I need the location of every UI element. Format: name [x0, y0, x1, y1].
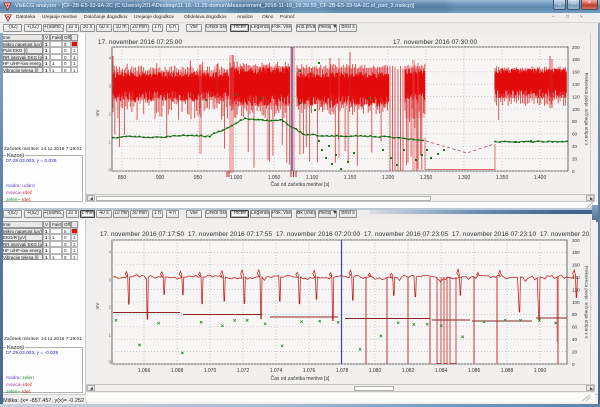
svg-text:1.088: 1.088 [501, 368, 514, 374]
svg-text:80: 80 [572, 312, 578, 317]
svg-text:20: 20 [572, 156, 578, 161]
svg-text:Frekvenca povpr. srčnega utrip: Frekvenca povpr. srčnega utripa v s [584, 266, 589, 339]
svg-text:1.200: 1.200 [382, 175, 395, 181]
svg-text:120: 120 [572, 94, 580, 99]
svg-text:1.086: 1.086 [468, 368, 481, 374]
svg-text:900: 900 [156, 175, 165, 181]
svg-text:1.300: 1.300 [458, 175, 471, 181]
svg-text:0: 0 [572, 169, 575, 174]
svg-text:850: 850 [118, 175, 127, 181]
svg-text:1.050: 1.050 [268, 175, 281, 181]
svg-text:Frekvenca povpr. srčnega utrip: Frekvenca povpr. srčnega utripa v s [584, 73, 589, 146]
svg-text:1.084: 1.084 [435, 368, 448, 374]
svg-text:1.100: 1.100 [306, 175, 319, 181]
svg-text:1.082: 1.082 [402, 368, 415, 374]
svg-text:60: 60 [572, 132, 578, 137]
svg-text:60: 60 [572, 325, 578, 330]
svg-text:1.080: 1.080 [369, 368, 382, 374]
svg-text:180: 180 [572, 250, 580, 255]
svg-text:1.066: 1.066 [138, 368, 151, 374]
svg-text:1.068: 1.068 [171, 368, 184, 374]
svg-text:1.070: 1.070 [204, 368, 217, 374]
svg-text:200: 200 [572, 238, 580, 243]
svg-text:100: 100 [572, 300, 580, 305]
svg-text:17. november 2016 07:30:00: 17. november 2016 07:30:00 [393, 39, 478, 46]
svg-text:Čas od začetka meritve [s]: Čas od začetka meritve [s] [271, 181, 331, 188]
svg-text:1.000: 1.000 [230, 175, 243, 181]
svg-text:1.072: 1.072 [237, 368, 250, 374]
svg-text:160: 160 [572, 263, 580, 268]
svg-text:mV: mV [95, 302, 100, 310]
svg-text:1.150: 1.150 [344, 175, 357, 181]
svg-text:40: 40 [572, 144, 578, 149]
svg-text:140: 140 [572, 82, 580, 87]
svg-text:1.090: 1.090 [534, 368, 547, 374]
svg-text:1.250: 1.250 [420, 175, 433, 181]
svg-text:20: 20 [572, 349, 578, 354]
svg-text:17. november 2016 07:23:10: 17. november 2016 07:23:10 [452, 231, 537, 238]
svg-text:80: 80 [572, 119, 578, 124]
svg-text:180: 180 [572, 57, 580, 62]
svg-text:17. november 2016 07:20:00: 17. november 2016 07:20:00 [276, 231, 361, 238]
svg-text:Čas od začetka meritve [s]: Čas od začetka meritve [s] [271, 375, 331, 382]
svg-text:17. november 2016 07:23:05: 17. november 2016 07:23:05 [364, 231, 449, 238]
svg-text:200: 200 [572, 45, 580, 50]
svg-text:1.078: 1.078 [336, 368, 349, 374]
svg-text:0: 0 [572, 362, 575, 367]
svg-text:160: 160 [572, 70, 580, 75]
svg-text:1.074: 1.074 [270, 368, 283, 374]
svg-text:1.350: 1.350 [496, 175, 509, 181]
svg-text:17. november 2016 07:17:50: 17. november 2016 07:17:50 [100, 231, 185, 238]
svg-text:950: 950 [194, 175, 203, 181]
svg-text:17. november 2016 07:17:55: 17. november 2016 07:17:55 [188, 231, 273, 238]
svg-text:1.400: 1.400 [534, 175, 547, 181]
svg-text:100: 100 [572, 107, 580, 112]
svg-text:mV: mV [95, 109, 100, 117]
svg-text:40: 40 [572, 337, 578, 342]
svg-text:1.076: 1.076 [303, 368, 316, 374]
svg-text:17. november 2016 07:26:15: 17. november 2016 07:26:15 [540, 231, 592, 238]
svg-text:17. november 2016 07:25:00: 17. november 2016 07:25:00 [98, 39, 183, 46]
